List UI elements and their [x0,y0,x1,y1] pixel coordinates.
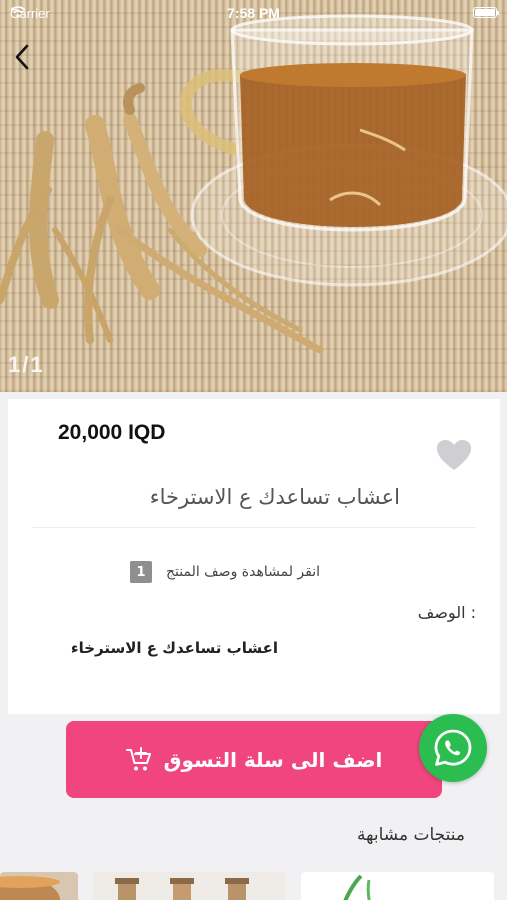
add-to-cart-label: اضف الى سلة التسوق [163,747,383,772]
product-details-card: 20,000 IQD اعشاب تساعدك ع الاسترخاء 1 ان… [8,399,500,714]
similar-product-image [301,872,494,900]
product-price: 20,000 IQD [58,421,166,444]
description-heading: الوصف : [417,603,476,622]
whatsapp-button[interactable] [419,714,487,782]
product-image-carousel[interactable]: Carrier 7:58 PM 1/1 [0,0,507,392]
similar-product-image [93,872,286,900]
whatsapp-icon [434,729,472,766]
description-toggle-label: انقر لمشاهدة وصف المنتج [166,564,320,580]
similar-products-title: منتجات مشابهة [356,825,465,845]
back-button[interactable] [14,44,44,78]
status-time: 7:58 PM [227,5,280,21]
chevron-left-icon [15,44,29,70]
description-text: اعشاب تساعدك ع الاسترخاء [70,639,278,657]
description-toggle[interactable]: 1 انقر لمشاهدة وصف المنتج [130,561,320,583]
description-count-badge: 1 [130,561,152,583]
similar-product-card[interactable] [0,872,78,900]
battery-icon [473,7,499,18]
favorite-button[interactable] [436,439,472,473]
divider [32,527,476,528]
similar-product-card[interactable] [93,872,286,900]
similar-product-card[interactable] [301,872,494,900]
product-name: اعشاب تساعدك ع الاسترخاء [149,485,400,509]
image-page-indicator: 1/1 [8,352,45,377]
status-bar: Carrier 7:58 PM [0,0,507,26]
heart-icon [437,440,471,470]
similar-product-image [0,872,78,900]
product-photo [0,14,507,354]
cart-add-icon [125,746,151,770]
add-to-cart-button[interactable]: اضف الى سلة التسوق [66,721,442,798]
